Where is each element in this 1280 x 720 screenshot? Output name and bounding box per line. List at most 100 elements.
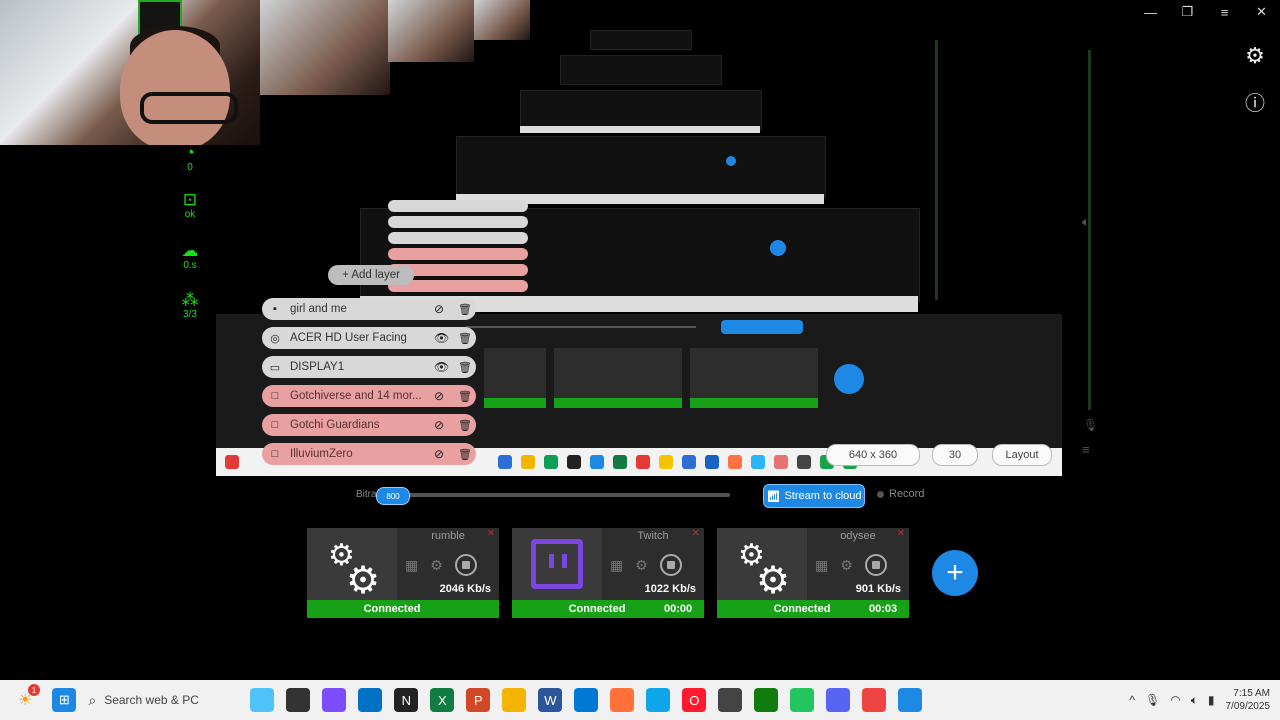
layer-row[interactable]: □ IlluviumZero ⊘ 🗑︎ — [262, 443, 476, 465]
trash-icon[interactable]: 🗑︎ — [458, 448, 472, 461]
window-icon: □ — [271, 448, 279, 460]
notion-icon[interactable]: N — [394, 688, 419, 712]
destination-card-odysee[interactable]: ⚙ ⚙ odysee ✕ ▦ ⚙ 901 Kb/s Connected 00:03 — [717, 528, 909, 618]
remove-icon[interactable]: ✕ — [897, 528, 905, 539]
microphone-tray-icon[interactable]: 🎙︎ — [1145, 693, 1160, 707]
cpu-icon: ⊡ — [182, 190, 198, 209]
xbox-icon[interactable] — [754, 688, 779, 712]
mirror-layer-2 — [456, 136, 826, 198]
cloud-icon: ☁ — [181, 241, 199, 260]
settings-icon[interactable]: ⚙ — [840, 557, 853, 574]
security-icon[interactable] — [790, 688, 815, 712]
info-icon[interactable]: ⓘ — [1242, 88, 1268, 115]
powerpoint-icon[interactable]: P — [466, 688, 491, 712]
chevron-up-icon[interactable]: ^ — [1129, 693, 1135, 707]
settings-icon[interactable]: ⚙ — [635, 557, 648, 574]
status-health-value: ok — [184, 209, 196, 220]
copilot-icon[interactable] — [322, 688, 347, 712]
streaming-app-icon[interactable] — [898, 688, 923, 712]
layout-button[interactable]: Layout — [992, 444, 1052, 466]
destination-card-rumble[interactable]: ⚙ ⚙ rumble ✕ ▦ ⚙ 2046 Kb/s Connected — [307, 528, 499, 618]
remove-icon[interactable]: ✕ — [692, 528, 700, 539]
layer-row[interactable]: ▪ girl and me ⊘ 🗑︎ — [262, 298, 476, 320]
eye-icon[interactable]: 👁︎ — [434, 331, 450, 345]
volume-icon[interactable]: 🔈︎ — [1191, 693, 1198, 708]
trash-icon[interactable]: 🗑︎ — [458, 390, 472, 403]
destination-card-twitch[interactable]: Twitch ✕ ▦ ⚙ 1022 Kb/s Connected 00:00 — [512, 528, 704, 618]
clock-time: 7:15 AM — [1233, 688, 1270, 699]
layer-row[interactable]: ◎ ACER HD User Facing 👁︎ 🗑︎ — [262, 327, 476, 349]
excel-icon[interactable]: X — [430, 688, 455, 712]
mirror-strip-3 — [520, 126, 760, 133]
edit-icon[interactable]: ▦ — [405, 557, 418, 574]
wifi-tray-icon[interactable]: ◠ — [1170, 693, 1180, 707]
audio-menu-icon[interactable]: ≡ — [1082, 442, 1090, 457]
layer-row[interactable]: □ Gotchi Guardians ⊘ 🗑︎ — [262, 414, 476, 436]
trash-icon[interactable]: 🗑︎ — [458, 332, 472, 345]
trash-icon[interactable]: 🗑︎ — [458, 361, 472, 374]
clock[interactable]: 7:15 AM 7/09/2025 — [1226, 687, 1271, 713]
mirror-webcam-3 — [474, 0, 530, 40]
stream-to-cloud-button[interactable]: 📶︎ Stream to cloud — [763, 484, 865, 508]
trash-icon[interactable]: 🗑︎ — [458, 303, 472, 316]
eye-off-icon[interactable]: ⊘ — [434, 418, 450, 432]
add-destination-button[interactable]: + — [932, 550, 978, 596]
chrome-icon[interactable] — [862, 688, 887, 712]
layer-row[interactable]: ▭ DISPLAY1 👁︎ 🗑︎ — [262, 356, 476, 378]
discord-icon[interactable] — [826, 688, 851, 712]
store-icon[interactable] — [574, 688, 599, 712]
close-button[interactable]: ✕ — [1243, 0, 1280, 24]
widgets-icon[interactable] — [250, 688, 275, 712]
trash-icon[interactable]: 🗑︎ — [458, 419, 472, 432]
window-icon: □ — [271, 390, 279, 402]
fps-select[interactable]: 30 — [932, 444, 978, 466]
eye-icon[interactable]: 👁︎ — [434, 360, 450, 374]
connection-status: Connected — [363, 603, 421, 615]
word-icon[interactable]: W — [538, 688, 563, 712]
mirror-add-button-2 — [726, 156, 736, 166]
record-button[interactable]: Record — [877, 488, 924, 500]
add-layer-button[interactable]: + Add layer — [328, 265, 414, 285]
taskbar: ☀ 1 ⊞ ⌕ Search web & PC N X P W O ^ 🎙︎ ◠… — [0, 680, 1280, 720]
menu-button[interactable]: ≡ — [1206, 0, 1243, 24]
status-cloud: ☁ 0.s — [174, 241, 206, 272]
taskview-icon[interactable] — [286, 688, 311, 712]
destination-title: rumble — [431, 530, 465, 542]
remove-icon[interactable]: ✕ — [487, 528, 495, 539]
layer-name: IlluviumZero — [290, 448, 353, 460]
destination-thumbnail: ⚙ ⚙ — [307, 528, 397, 602]
eye-off-icon[interactable]: ⊘ — [434, 389, 450, 403]
opera-icon[interactable]: O — [682, 688, 707, 712]
bitrate-slider-track[interactable] — [380, 493, 730, 497]
stream-to-cloud-label: Stream to cloud — [784, 490, 862, 502]
outlook-icon[interactable] — [358, 688, 383, 712]
preview-stream-button — [721, 320, 803, 334]
stop-icon[interactable] — [454, 554, 477, 576]
taskbar-search[interactable]: ⌕ Search web & PC — [88, 686, 238, 714]
speaker-icon[interactable]: 🔈︎ — [1082, 214, 1090, 230]
bitrate-slider-handle[interactable]: 800 — [376, 487, 410, 505]
microphone-icon[interactable]: 🎙︎ — [1083, 418, 1098, 432]
edit-icon[interactable]: ▦ — [815, 557, 828, 574]
resolution-select[interactable]: 640 x 360 — [826, 444, 920, 466]
start-icon[interactable]: ⊞ — [52, 688, 77, 712]
stop-icon[interactable] — [864, 554, 887, 576]
obs-icon[interactable] — [718, 688, 743, 712]
connection-status-bar: Connected 00:00 — [512, 600, 704, 618]
file-explorer-icon[interactable] — [502, 688, 527, 712]
edge-icon[interactable] — [646, 688, 671, 712]
gears-icon: ⚙ ⚙ — [738, 539, 791, 602]
eye-off-icon[interactable]: ⊘ — [434, 447, 450, 461]
restore-button[interactable]: ❐ — [1169, 0, 1206, 24]
layer-row[interactable]: □ Gotchiverse and 14 mor... ⊘ 🗑︎ — [262, 385, 476, 407]
edit-icon[interactable]: ▦ — [610, 557, 623, 574]
stop-icon[interactable] — [659, 554, 682, 576]
weather-icon[interactable]: ☀ 1 — [18, 684, 40, 710]
firefox-icon[interactable] — [610, 688, 635, 712]
status-network-value: 3/3 — [183, 309, 197, 320]
settings-icon[interactable]: ⚙ — [430, 557, 443, 574]
minimize-button[interactable]: — — [1132, 0, 1169, 24]
battery-icon[interactable]: ▮ — [1208, 693, 1215, 707]
settings-gear-icon[interactable]: ⚙ — [1242, 43, 1268, 69]
eye-off-icon[interactable]: ⊘ — [434, 302, 450, 316]
